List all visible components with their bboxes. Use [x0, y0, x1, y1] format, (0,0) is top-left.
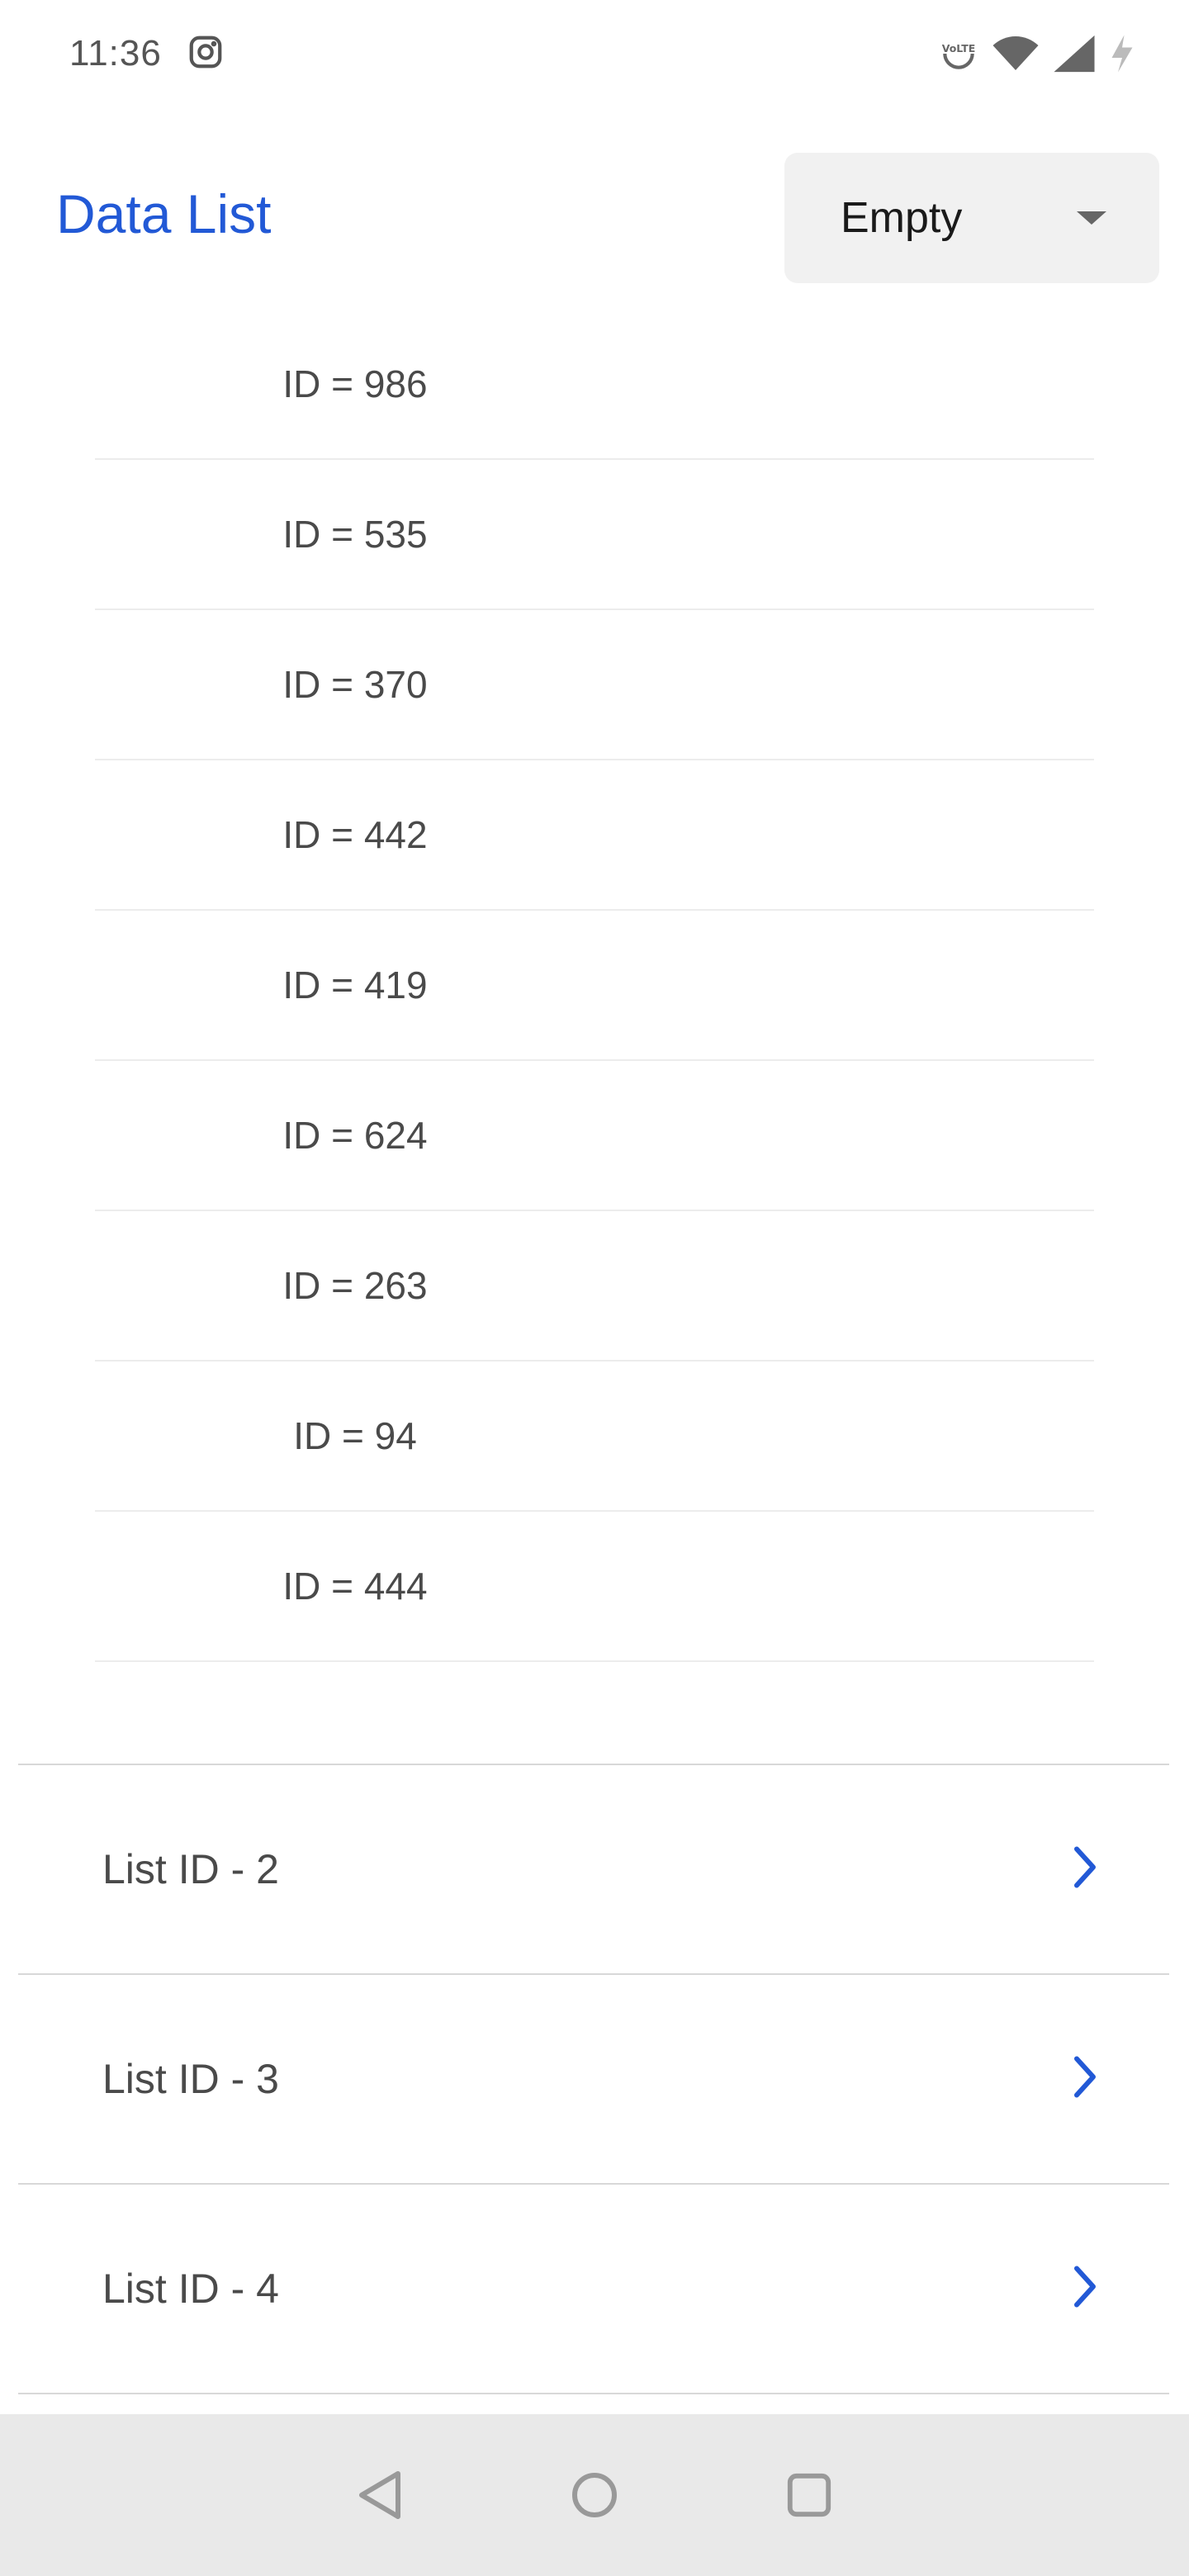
list-item[interactable]: ID = 370 [95, 610, 1094, 760]
system-nav-bar [0, 2414, 1189, 2576]
instagram-icon [187, 33, 225, 75]
list-item-label: ID = 263 [282, 1264, 428, 1307]
list-row-label: List ID - 4 [102, 2266, 279, 2312]
home-button[interactable] [561, 2462, 628, 2528]
list-item-label: ID = 442 [282, 813, 428, 856]
list-row-label: List ID - 3 [102, 2056, 279, 2102]
recents-icon [787, 2473, 831, 2517]
list-item[interactable]: ID = 263 [95, 1211, 1094, 1361]
list-row-3[interactable]: List ID - 3 [18, 1975, 1169, 2185]
list-group: List ID - 2 List ID - 3 List ID - 4 [18, 1764, 1169, 2394]
list-item-label: ID = 370 [282, 663, 428, 706]
status-left: 11:36 [69, 33, 225, 75]
chevron-right-icon [1072, 2264, 1098, 2314]
caret-down-icon [1077, 211, 1106, 225]
list-item[interactable]: ID = 444 [95, 1512, 1094, 1662]
home-icon [572, 2473, 617, 2517]
page-title: Data List [56, 183, 272, 244]
wifi-icon [991, 33, 1040, 74]
signal-icon [1052, 33, 1097, 74]
list-item[interactable]: ID = 419 [95, 911, 1094, 1061]
list-row-2[interactable]: List ID - 2 [18, 1765, 1169, 1975]
list-item[interactable]: ID = 94 [95, 1361, 1094, 1512]
status-right: VoLTE [938, 33, 1136, 74]
header: Data List Empty [0, 153, 1189, 285]
list-item-label: ID = 986 [282, 362, 428, 405]
status-bar: 11:36 VoLTE [0, 0, 1189, 107]
back-button[interactable] [347, 2462, 413, 2528]
list-item-label: ID = 624 [282, 1114, 428, 1157]
chevron-right-icon [1072, 2054, 1098, 2105]
volte-icon: VoLTE [938, 33, 979, 74]
list-item-label: ID = 444 [282, 1565, 428, 1608]
list-item[interactable]: ID = 535 [95, 460, 1094, 610]
list-item-label: ID = 419 [282, 964, 428, 1006]
dropdown-value: Empty [841, 194, 963, 242]
status-time: 11:36 [69, 33, 162, 73]
list-row-4[interactable]: List ID - 4 [18, 2185, 1169, 2394]
list-row-label: List ID - 2 [102, 1846, 279, 1892]
recents-button[interactable] [776, 2462, 842, 2528]
filter-dropdown[interactable]: Empty [784, 153, 1159, 283]
chevron-right-icon [1072, 1844, 1098, 1895]
list-item[interactable]: ID = 624 [95, 1061, 1094, 1211]
id-list: ID = 986 ID = 535 ID = 370 ID = 442 ID =… [95, 310, 1094, 1662]
back-icon [359, 2471, 400, 2519]
list-item-label: ID = 535 [282, 513, 428, 556]
list-item-label: ID = 94 [293, 1414, 417, 1457]
list-item[interactable]: ID = 986 [95, 310, 1094, 460]
charging-icon [1108, 33, 1136, 74]
list-item[interactable]: ID = 442 [95, 760, 1094, 911]
svg-text:VoLTE: VoLTE [942, 42, 976, 54]
